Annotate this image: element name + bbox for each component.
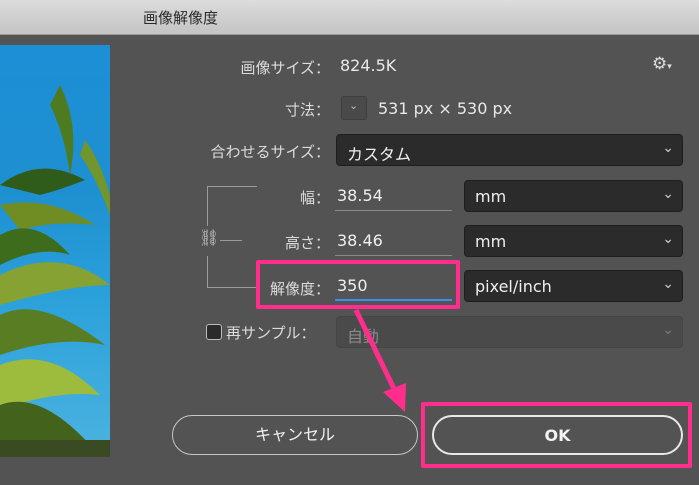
ok-button[interactable]: OK (432, 415, 683, 455)
cancel-button-label: キャンセル (254, 425, 335, 444)
ok-button-label: OK (544, 426, 571, 445)
cancel-button[interactable]: キャンセル (172, 415, 418, 455)
